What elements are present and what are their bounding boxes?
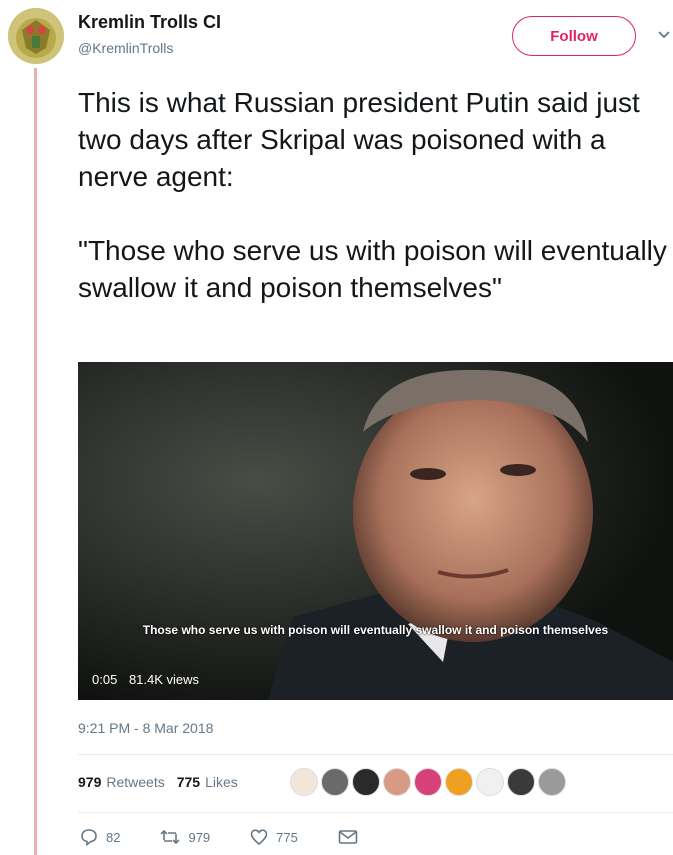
- likers-avatars: [290, 768, 569, 796]
- liker-avatar[interactable]: [538, 768, 566, 796]
- tweet-stats: 979 Retweets 775 Likes: [78, 774, 250, 790]
- thread-line: [34, 68, 37, 855]
- avatar-emblem-icon: [8, 8, 64, 64]
- liker-avatar[interactable]: [290, 768, 318, 796]
- direct-message-button[interactable]: [338, 829, 366, 845]
- likes-count: 775: [176, 774, 201, 790]
- liker-avatar[interactable]: [321, 768, 349, 796]
- avatar[interactable]: [8, 8, 64, 64]
- retweet-icon: [160, 829, 181, 845]
- liker-avatar[interactable]: [352, 768, 380, 796]
- retweet-button[interactable]: 979: [160, 828, 210, 846]
- like-count: 775: [276, 829, 298, 845]
- video-subtitle: Those who serve us with poison will even…: [142, 623, 609, 637]
- tweet-text: This is what Russian president Putin sai…: [78, 87, 667, 303]
- reply-icon: [81, 829, 97, 846]
- follow-button[interactable]: Follow: [512, 16, 636, 56]
- liker-avatar[interactable]: [414, 768, 442, 796]
- liker-avatar[interactable]: [476, 768, 504, 796]
- divider: [78, 812, 673, 813]
- video-thumbnail: [78, 362, 673, 700]
- liker-avatar[interactable]: [507, 768, 535, 796]
- video-duration: 0:05: [92, 672, 118, 687]
- envelope-icon: [338, 830, 358, 844]
- likes-stat[interactable]: 775 Likes: [177, 774, 238, 790]
- tweet-timestamp[interactable]: 9:21 PM - 8 Mar 2018: [78, 720, 213, 736]
- liker-avatar[interactable]: [445, 768, 473, 796]
- retweet-count: 979: [188, 829, 211, 845]
- video-views: 81.4K views: [128, 672, 200, 687]
- display-name[interactable]: Kremlin Trolls CI: [78, 12, 221, 33]
- heart-icon: [250, 829, 268, 846]
- retweets-label: Retweets: [106, 774, 165, 790]
- divider: [78, 754, 673, 755]
- retweets-stat[interactable]: 979 Retweets: [78, 774, 165, 790]
- reply-button[interactable]: 82: [80, 828, 120, 846]
- tweet-actions: 82 979 775: [80, 828, 406, 846]
- liker-avatar[interactable]: [383, 768, 411, 796]
- video-meta: 0:05 81.4K views: [92, 672, 207, 687]
- like-button[interactable]: 775: [250, 828, 298, 846]
- reply-count: 82: [106, 829, 121, 845]
- chevron-down-icon[interactable]: [656, 26, 672, 42]
- likes-label: Likes: [205, 774, 238, 790]
- retweets-count: 979: [78, 774, 102, 790]
- handle[interactable]: @KremlinTrolls: [78, 40, 173, 56]
- video-player[interactable]: Those who serve us with poison will even…: [78, 362, 673, 700]
